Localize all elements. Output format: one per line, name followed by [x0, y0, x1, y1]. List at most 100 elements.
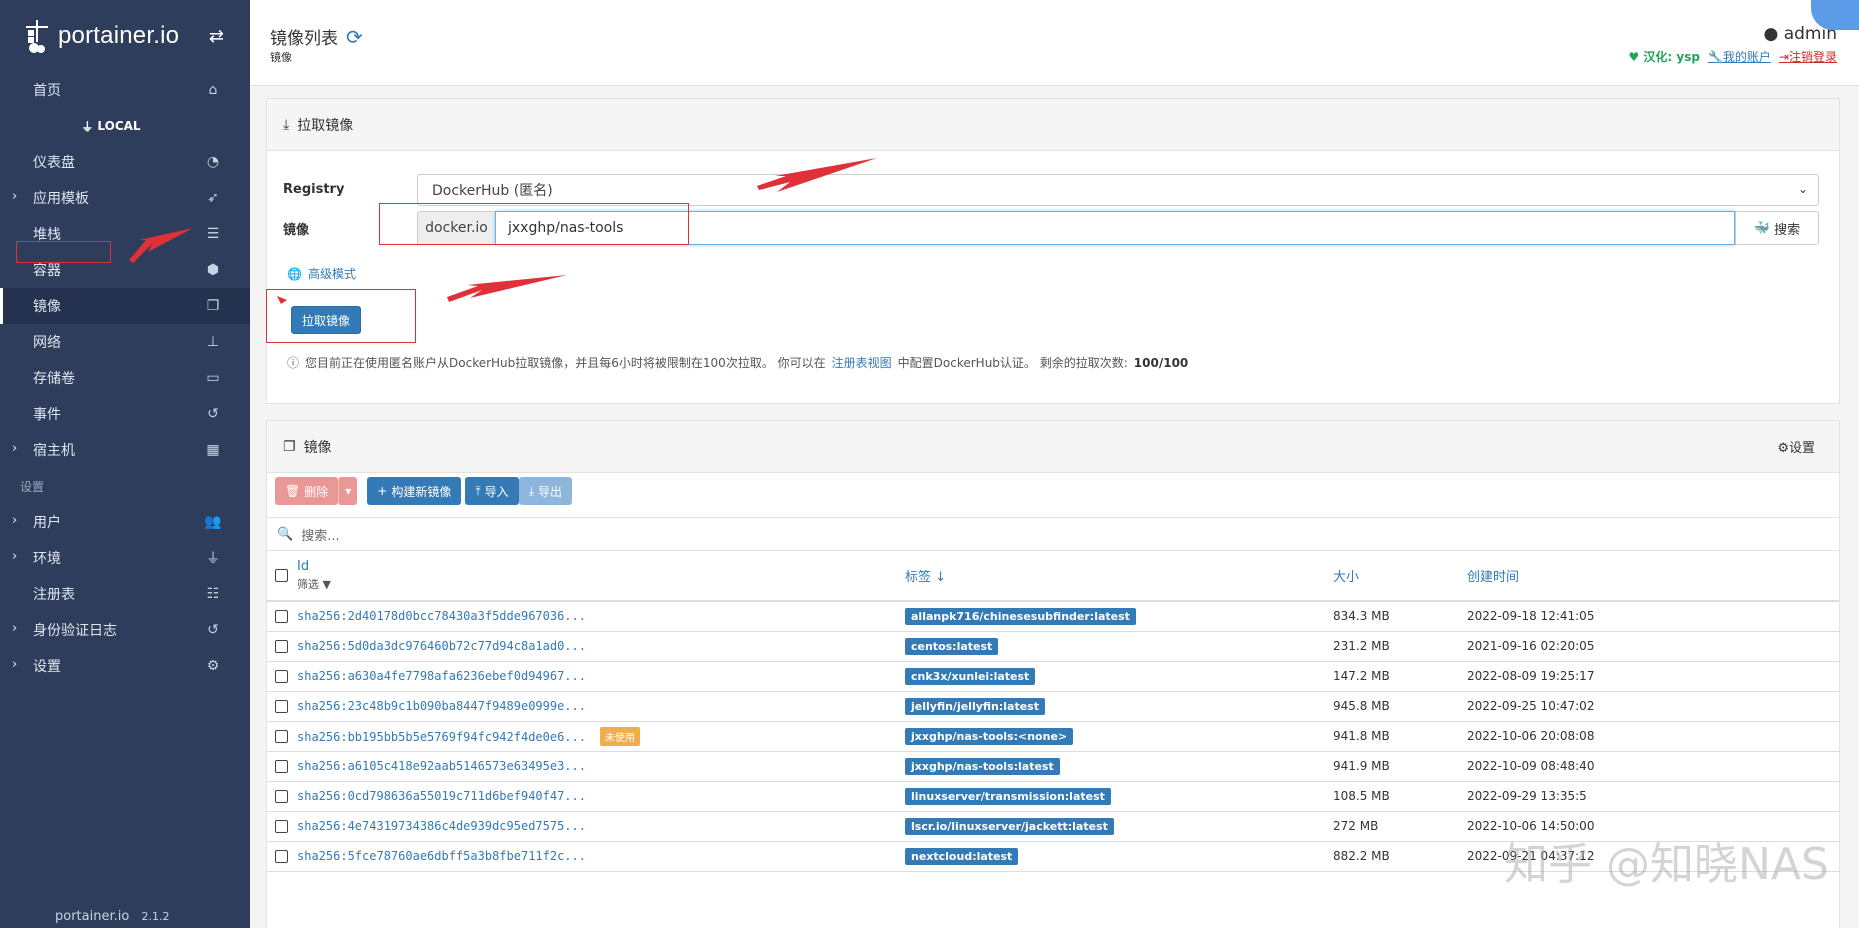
id-column-label[interactable]: Id — [297, 559, 309, 574]
pull-panel-title: 拉取镜像 — [297, 117, 354, 134]
table-row[interactable]: sha256:5d0da3dc976460b72c77d94c8a1ad0...… — [267, 631, 1839, 662]
my-account-link[interactable]: 🔧我的账户 — [1708, 48, 1771, 65]
user-icon: ● — [1763, 24, 1779, 44]
sidebar-item-8[interactable]: 存储卷 ▭ — [0, 360, 250, 396]
image-id-link[interactable]: sha256:bb195bb5b5e5769f94fc942f4de0e6... — [297, 730, 586, 744]
sidebar-nav: 首页 ⌂ ⏚ LOCAL 仪表盘 ◔ › 应用模板 ➶ 堆栈 ☰ 容器 ⬢ 镜像 ❐ 网络 ⊥ 存储卷 ▭ 事件 ↺ › 宿… — [0, 72, 250, 684]
image-id-link[interactable]: sha256:5d0da3dc976460b72c77d94c8a1ad0... — [297, 639, 586, 653]
row-select-cell — [267, 631, 297, 662]
row-checkbox[interactable] — [275, 670, 288, 683]
search-input[interactable]: 搜索... — [301, 525, 339, 544]
sidebar-item-13[interactable]: › 环境 ⏚ — [0, 540, 250, 576]
table-row[interactable]: sha256:a630a4fe7798afa6236ebef0d94967...… — [267, 661, 1839, 692]
delete-button[interactable]: 🗑 删除 — [275, 477, 339, 505]
history-icon: ↺ — [207, 406, 219, 422]
export-button[interactable]: ⤓ 导出 — [518, 477, 573, 505]
select-all-checkbox[interactable] — [275, 569, 288, 582]
portainer-logo-icon — [24, 18, 52, 54]
image-size-cell: 882.2 MB — [1333, 841, 1467, 872]
sidebar-item-6[interactable]: 镜像 ❐ — [0, 288, 250, 324]
sidebar-item-label: 网络 — [33, 335, 61, 351]
cogs-icon: ⚙ — [206, 658, 220, 674]
image-created-cell: 2022-10-06 20:08:08 — [1467, 721, 1839, 752]
advanced-mode-link[interactable]: 🌐 高级模式 — [287, 265, 356, 282]
row-select-cell — [267, 691, 297, 722]
image-id-link[interactable]: sha256:23c48b9c1b090ba8447f9489e0999e... — [297, 699, 586, 713]
search-button[interactable]: 🐳 搜索 — [1735, 211, 1819, 245]
sidebar-item-14[interactable]: 注册表 ☷ — [0, 576, 250, 612]
chevron-right-icon: › — [12, 657, 18, 672]
refresh-icon[interactable]: ⟳ — [346, 25, 363, 49]
sidebar-item-7[interactable]: 网络 ⊥ — [0, 324, 250, 360]
swap-icon[interactable]: ⇄ — [209, 26, 224, 47]
filter-label: 筛选 — [297, 578, 319, 591]
annotation-box-pull — [266, 289, 416, 343]
sidebar-item-9[interactable]: 事件 ↺ — [0, 396, 250, 432]
table-row[interactable]: sha256:a6105c418e92aab5146573e63495e3...… — [267, 751, 1839, 782]
image-id-link[interactable]: sha256:a6105c418e92aab5146573e63495e3... — [297, 759, 586, 773]
image-tag: allanpk716/chinesesubfinder:latest — [905, 607, 1136, 625]
row-checkbox[interactable] — [275, 610, 288, 624]
registry-view-link[interactable]: 注册表视图 — [832, 354, 892, 371]
image-created-cell: 2022-09-29 13:35:5 — [1467, 781, 1839, 812]
row-checkbox[interactable] — [275, 790, 288, 803]
id-column-header[interactable]: Id 筛选 ▼ — [297, 551, 905, 602]
row-checkbox[interactable] — [275, 700, 288, 713]
table-row[interactable]: sha256:23c48b9c1b090ba8447f9489e0999e...… — [267, 691, 1839, 722]
build-image-button[interactable]: + 构建新镜像 — [367, 477, 462, 505]
brand[interactable]: portainer.io ⇄ — [0, 0, 250, 72]
sidebar-item-0[interactable]: 首页 ⌂ — [0, 72, 250, 108]
sidebar-item-16[interactable]: › 设置 ⚙ — [0, 648, 250, 684]
filter-control[interactable]: 筛选 ▼ — [297, 576, 905, 592]
image-tag-cell: lscr.io/linuxserver/jackett:latest — [905, 811, 1333, 842]
registry-select[interactable]: DockerHub (匿名) ⌄ — [417, 174, 1819, 206]
footer-brand: portainer.io 2.1.2 — [55, 909, 169, 924]
image-tag-cell: jxxghp/nas-tools:<none> — [905, 721, 1333, 752]
sidebar-item-2[interactable]: 仪表盘 ◔ — [0, 144, 250, 180]
tags-column-header[interactable]: 标签 ↓ — [905, 551, 1333, 602]
image-id-link[interactable]: sha256:2d40178d0bcc78430a3f5dde967036... — [297, 609, 586, 623]
table-row[interactable]: sha256:bb195bb5b5e5769f94fc942f4de0e6...… — [267, 721, 1839, 752]
annotation-box-image — [379, 203, 689, 245]
size-column-header[interactable]: 大小 — [1333, 551, 1467, 602]
sidebar-item-12[interactable]: › 用户 👥 — [0, 504, 250, 540]
image-tag: jxxghp/nas-tools:latest — [905, 757, 1060, 775]
chevron-down-icon: ⌄ — [1797, 182, 1808, 196]
sidebar-item-10[interactable]: › 宿主机 ▦ — [0, 432, 250, 468]
logout-link[interactable]: ⇥注销登录 — [1779, 48, 1837, 65]
row-checkbox[interactable] — [275, 820, 288, 833]
hdd-icon: ▭ — [206, 370, 220, 386]
row-checkbox[interactable] — [275, 760, 288, 773]
pull-image-panel: ⤓ 拉取镜像 Registry DockerHub (匿名) ⌄ 镜像 dock… — [266, 98, 1840, 404]
sidebar-item-label: 仪表盘 — [33, 155, 75, 171]
row-checkbox[interactable] — [275, 730, 288, 743]
row-checkbox[interactable] — [275, 850, 288, 863]
image-tag: cnk3x/xunlei:latest — [905, 667, 1036, 685]
list-icon: ☰ — [206, 226, 220, 242]
image-id-link[interactable]: sha256:4e74319734386c4de939dc95ed7575... — [297, 819, 586, 833]
import-button[interactable]: ⤒ 导入 — [465, 477, 519, 505]
table-row[interactable]: sha256:0cd798636a55019c711d6bef940f47...… — [267, 781, 1839, 812]
table-row[interactable]: sha256:2d40178d0bcc78430a3f5dde967036...… — [267, 601, 1839, 632]
row-checkbox[interactable] — [275, 640, 288, 653]
sitemap-icon: ⊥ — [206, 334, 220, 350]
created-column-header[interactable]: 创建时间 — [1467, 551, 1839, 602]
annotation-box-sidebar — [16, 241, 111, 263]
sidebar-item-15[interactable]: › 身份验证日志 ↺ — [0, 612, 250, 648]
table-search[interactable]: 🔍 搜索... — [267, 517, 1839, 551]
image-tag: jellyfin/jellyfin:latest — [905, 697, 1045, 715]
delete-dropdown-button[interactable]: ▾ — [338, 477, 358, 505]
image-id-link[interactable]: sha256:5fce78760ae6dbff5a3b8fbe711f2c... — [297, 849, 586, 863]
sidebar-item-3[interactable]: › 应用模板 ➶ — [0, 180, 250, 216]
image-id-cell: sha256:bb195bb5b5e5769f94fc942f4de0e6...… — [297, 721, 905, 752]
image-id-link[interactable]: sha256:0cd798636a55019c711d6bef940f47... — [297, 789, 586, 803]
sidebar-section-label: LOCAL — [97, 119, 141, 133]
image-tag-cell: linuxserver/transmission:latest — [905, 781, 1333, 812]
sidebar-item-label: 身份验证日志 — [33, 623, 117, 639]
docker-icon: 🐳 — [1753, 220, 1771, 236]
image-id-cell: sha256:23c48b9c1b090ba8447f9489e0999e... — [297, 691, 905, 722]
image-id-link[interactable]: sha256:a630a4fe7798afa6236ebef0d94967... — [297, 669, 586, 683]
pull-info-text: ⓘ 您目前正在使用匿名账户从DockerHub拉取镜像，并且每6小时将被限制在1… — [287, 354, 1188, 371]
table-settings-button[interactable]: ⚙设置 — [1777, 437, 1815, 456]
page-title: 镜像列表 ⟳ — [270, 24, 363, 50]
